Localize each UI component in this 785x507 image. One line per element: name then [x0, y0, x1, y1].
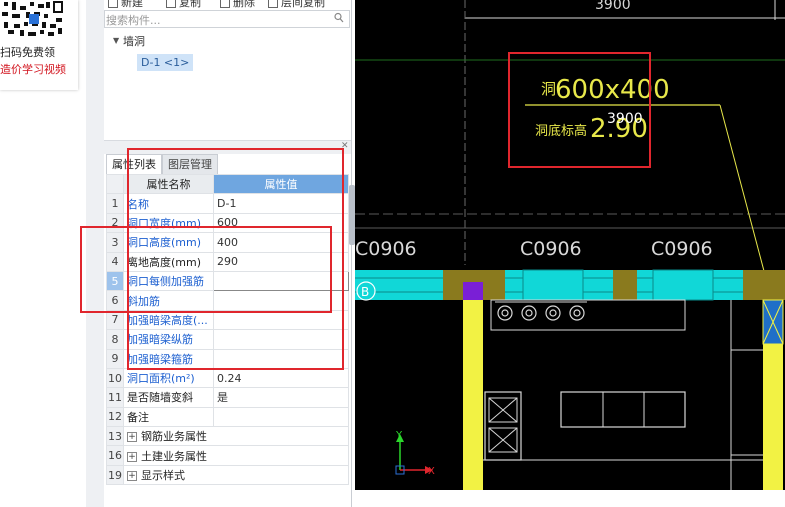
delete-icon	[220, 0, 230, 8]
row-value[interactable]: 是	[213, 387, 349, 408]
status-strip	[355, 490, 785, 507]
row-name: 钢筋业务属性	[141, 430, 207, 444]
cad-canvas[interactable]: 3900 洞 600x400 洞底标高 2.90 3900 C0906 C090…	[355, 0, 785, 490]
new-button[interactable]: 新建	[108, 0, 143, 8]
row-name: 土建业务属性	[141, 449, 207, 463]
row-group[interactable]: + 显示样式	[123, 464, 349, 486]
annotation-box-rows	[80, 226, 332, 313]
window-label-3: C0906	[651, 238, 713, 260]
tree-node-d1[interactable]: D-1 <1>	[137, 54, 194, 71]
top-dimension: 3900	[595, 0, 631, 13]
copy-icon	[166, 0, 176, 8]
ucs-y-label: Y	[395, 430, 403, 441]
table-row[interactable]: 10 洞口面积(m²) 0.24	[106, 367, 349, 389]
layer-copy-button[interactable]: 层间复制	[268, 0, 325, 8]
expand-plus-icon[interactable]: +	[127, 471, 137, 482]
tree-expand-icon[interactable]: ▼	[113, 36, 119, 45]
delete-button[interactable]: 删除	[220, 0, 255, 8]
elevation-label: 洞底标高	[535, 123, 587, 139]
hole-size: 600x400	[555, 75, 670, 105]
header-index	[106, 173, 124, 195]
row-index: 7	[106, 309, 124, 331]
grid-axis-b: B	[361, 285, 369, 299]
row-index: 9	[106, 348, 124, 369]
qr-code	[0, 0, 66, 38]
window-label-1: C0906	[355, 238, 417, 260]
selected-hole-marker[interactable]	[463, 282, 483, 300]
row-value[interactable]	[213, 406, 349, 428]
expand-plus-icon[interactable]: +	[127, 432, 137, 443]
hole-label: 洞	[541, 80, 556, 98]
table-row-group[interactable]: 13 + 钢筋业务属性	[106, 426, 349, 447]
column-left[interactable]	[463, 300, 483, 490]
row-group[interactable]: + 钢筋业务属性	[123, 426, 349, 447]
expand-plus-icon[interactable]: +	[127, 451, 137, 462]
ucs-x-label: X	[428, 466, 435, 477]
layer-copy-label: 层间复制	[281, 0, 325, 8]
copy-button[interactable]: 复制	[166, 0, 201, 8]
row-index: 10	[106, 367, 124, 389]
new-label: 新建	[121, 0, 143, 8]
window-label-2: C0906	[520, 238, 582, 260]
table-row[interactable]: 12 备注	[106, 406, 349, 428]
cursor-tooltip: 3900	[607, 111, 643, 127]
row-group[interactable]: + 土建业务属性	[123, 445, 349, 466]
row-name: 是否随墙变斜	[123, 387, 214, 408]
table-row-group[interactable]: 16 + 土建业务属性	[106, 445, 349, 466]
row-index: 8	[106, 329, 124, 350]
table-row-group[interactable]: 19 + 显示样式	[106, 464, 349, 486]
row-index: 12	[106, 406, 124, 428]
delete-label: 删除	[233, 0, 255, 8]
panel-toolbar: 新建 复制 删除 层间复制	[104, 0, 351, 8]
layer-copy-icon	[268, 0, 278, 8]
row-index: 11	[106, 387, 124, 408]
tree-node-wall-hole[interactable]: 墙洞	[123, 33, 145, 49]
search-placeholder: 搜索构件...	[106, 14, 161, 27]
copy-label: 复制	[179, 0, 201, 8]
row-index: 13	[106, 426, 124, 447]
table-row[interactable]: 11 是否随墙变斜是	[106, 387, 349, 408]
row-name: 显示样式	[141, 469, 185, 483]
promo-line1: 扫码免费领	[0, 46, 55, 59]
promo-line2: 造价学习视频	[0, 63, 66, 76]
row-value: 0.24	[213, 367, 349, 389]
new-icon	[108, 0, 118, 8]
row-name: 洞口面积(m²)	[123, 367, 214, 389]
row-name: 备注	[123, 406, 214, 428]
row-index: 16	[106, 445, 124, 466]
row-index: 19	[106, 464, 124, 486]
search-icon[interactable]	[334, 12, 344, 24]
row-index: 1	[106, 193, 124, 214]
